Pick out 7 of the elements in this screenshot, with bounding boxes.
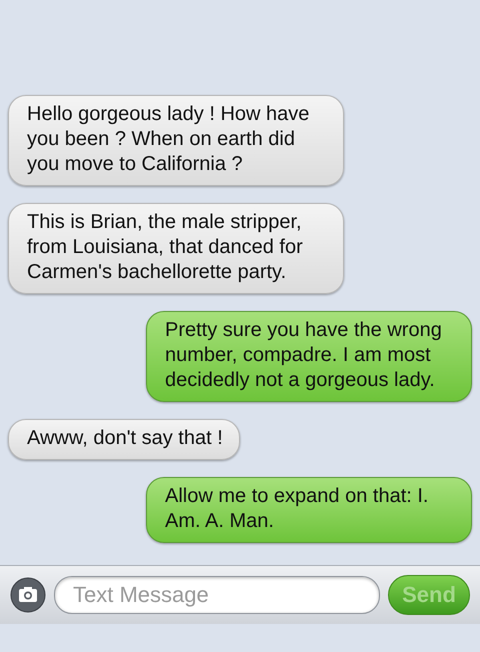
camera-icon[interactable] [10,577,46,613]
message-bubble: Awww, don't say that ! [8,419,240,460]
message-bubble: Hello gorgeous lady ! How have you been ? When on earth did you move to California ? [8,95,344,186]
message-bubble: Pretty sure you have the wrong number, compadre. I am most decidedly not a gorgeous lady. [146,311,472,402]
message-input[interactable]: Text Message [54,576,380,614]
message-bubble: Allow me to expand on that: I. Am. A. Man. [146,477,472,543]
message-bubble: This is Brian, the male stripper, from Louisiana, that danced for Carmen's bachellorette party. [8,203,344,294]
